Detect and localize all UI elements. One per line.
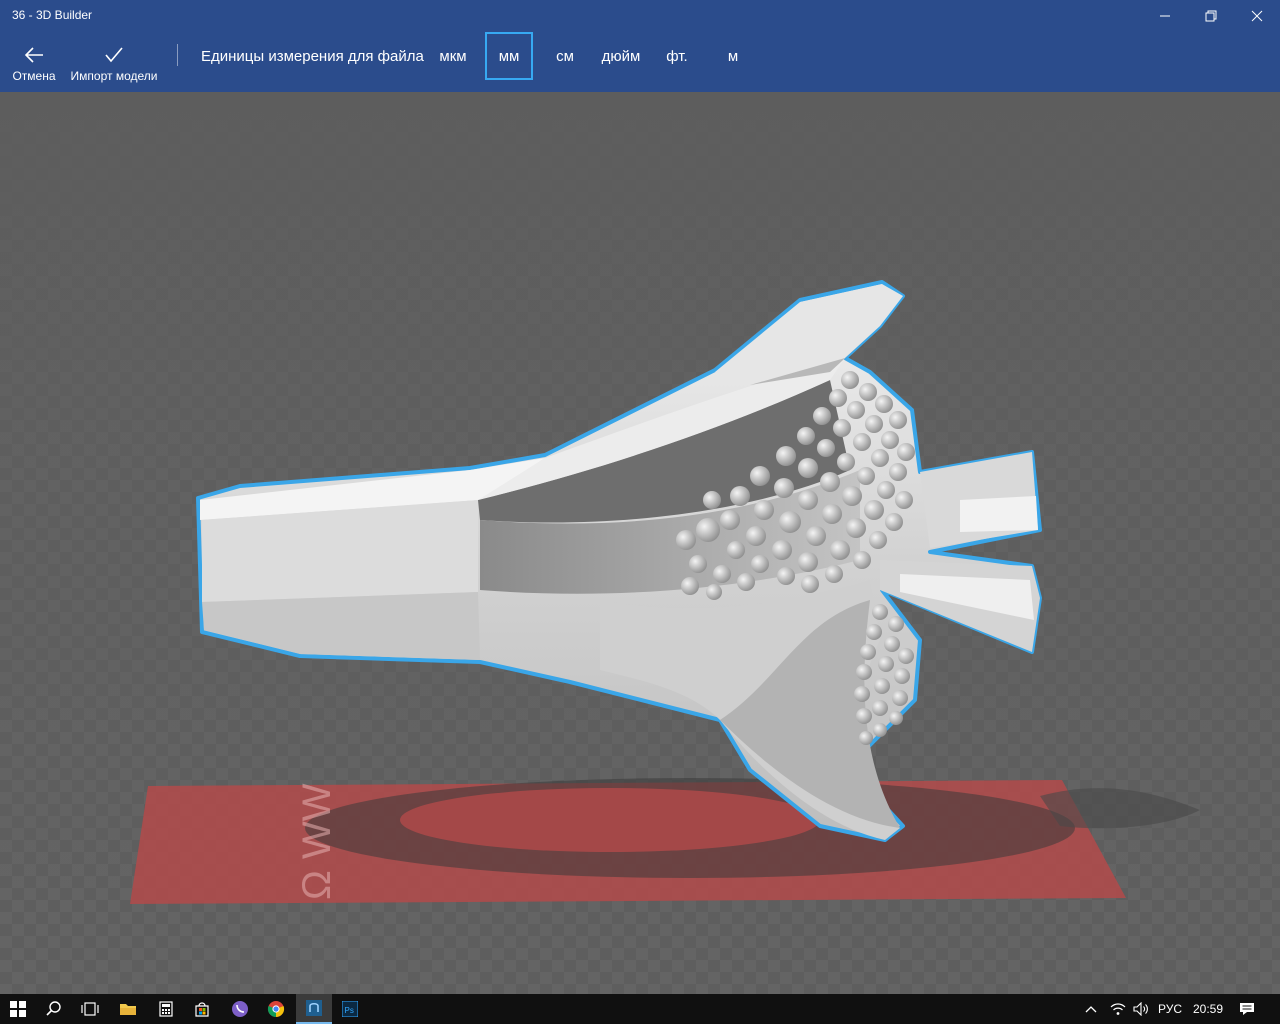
notifications-icon [1240,1003,1254,1015]
chevron-up-icon [1085,1006,1097,1013]
input-language[interactable]: РУС [1158,1002,1182,1016]
svg-text:Ps: Ps [345,1006,354,1015]
chrome-button[interactable] [258,994,294,1024]
scene-canvas[interactable]: Ω WW [0,92,1280,994]
cancel-label: Отмена [12,69,56,83]
cancel-button[interactable]: Отмена [8,32,60,92]
windows-taskbar: Ps РУС 20:59 [0,994,1280,1024]
minimize-icon [1160,15,1170,17]
plate-engraving: Ω WW [295,783,339,900]
viber-button[interactable] [222,994,258,1024]
task-view-button[interactable] [72,994,108,1024]
unit-option-cm[interactable]: см [548,32,582,80]
wifi-icon [1110,1003,1126,1015]
unit-option-m[interactable]: м [720,32,746,80]
show-hidden-icons-button[interactable] [1076,994,1106,1024]
minimize-button[interactable] [1142,0,1188,32]
calculator-button[interactable] [148,994,184,1024]
close-icon [1251,10,1263,22]
3d-viewport[interactable]: Ω WW [0,92,1280,994]
restore-icon [1205,10,1217,22]
volume-button[interactable] [1128,994,1154,1024]
unit-option-inch[interactable]: дюйм [596,32,646,80]
title-bar: 36 - 3D Builder [0,0,1280,32]
folder-icon [120,1004,136,1015]
3d-builder-icon [306,1000,322,1016]
calculator-icon [159,1001,173,1017]
import-model-label: Импорт модели [70,69,158,83]
photoshop-icon: Ps [342,1001,358,1017]
speaker-icon [1133,1002,1148,1016]
chrome-icon [267,1001,285,1018]
store-icon [195,1002,209,1017]
start-button[interactable] [0,994,36,1024]
file-explorer-button[interactable] [110,994,146,1024]
import-toolbar: Отмена Импорт модели Единицы измерения д… [0,32,1280,92]
unit-option-um[interactable]: мкм [434,32,472,80]
clock[interactable]: 20:59 [1193,1002,1223,1016]
shadow-inner [400,788,820,852]
back-arrow-icon [24,47,43,63]
unit-option-mm[interactable]: мм [485,32,533,80]
restore-button[interactable] [1188,0,1234,32]
window-title: 36 - 3D Builder [12,8,93,22]
unit-option-ft[interactable]: фт. [660,32,694,80]
viber-icon [232,1001,248,1017]
prong-upper-face [960,496,1038,532]
search-button[interactable] [36,994,72,1024]
task-view-icon [81,1002,99,1016]
checkmark-icon [105,47,123,63]
search-icon [46,1001,61,1016]
windows-logo-icon [10,1001,26,1017]
units-label: Единицы измерения для файла [201,48,424,65]
3d-builder-taskbar-button[interactable] [296,994,332,1024]
import-model-button[interactable]: Импорт модели [68,32,160,92]
store-button[interactable] [184,994,220,1024]
toolbar-separator [177,44,178,66]
action-center-button[interactable] [1230,994,1264,1024]
close-button[interactable] [1234,0,1280,32]
photoshop-button[interactable]: Ps [332,994,368,1024]
